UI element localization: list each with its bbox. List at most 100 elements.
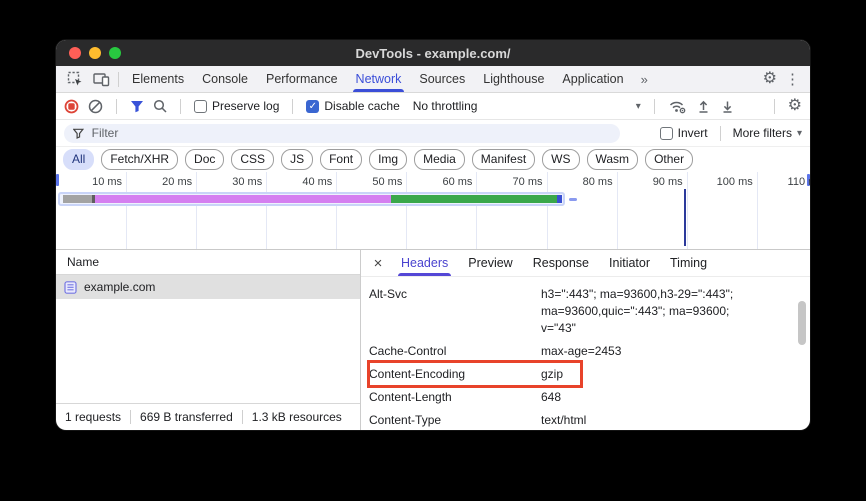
- timeline-left-handle[interactable]: [56, 174, 59, 186]
- zoom-window-button[interactable]: [109, 47, 121, 59]
- more-tabs-icon[interactable]: »: [633, 66, 656, 92]
- more-filters-button[interactable]: More filters ▾: [733, 126, 802, 140]
- tab-network[interactable]: Network: [347, 66, 411, 92]
- timeline-tick-label: 80 ms: [559, 176, 613, 188]
- details-panel: × Headers Preview Response Initiator Tim…: [361, 250, 810, 430]
- tab-lighthouse[interactable]: Lighthouse: [474, 66, 553, 92]
- header-row-cache-control: Cache-Control max-age=2453: [369, 340, 810, 363]
- filter-pill-fetch-xhr[interactable]: Fetch/XHR: [101, 149, 178, 169]
- timeline-gridline: [757, 172, 758, 249]
- invert-checkbox[interactable]: Invert: [660, 126, 708, 140]
- window-title: DevTools - example.com/: [355, 46, 510, 61]
- checkbox-unchecked[interactable]: [194, 100, 207, 113]
- import-har-icon[interactable]: [696, 99, 711, 114]
- chevron-down-icon: ▾: [636, 101, 641, 112]
- device-toolbar-icon[interactable]: [88, 66, 114, 92]
- timeline-tick-label: 90 ms: [629, 176, 683, 188]
- waterfall-segment-blocked: [63, 195, 92, 203]
- header-row-content-type: Content-Type text/html: [369, 409, 810, 430]
- tab-response[interactable]: Response: [523, 250, 599, 276]
- filter-pill-img[interactable]: Img: [369, 149, 407, 169]
- header-name: Alt-Svc: [369, 286, 541, 337]
- timeline-tick-label: 20 ms: [138, 176, 192, 188]
- tab-initiator[interactable]: Initiator: [599, 250, 660, 276]
- settings-gear-icon[interactable]: ⚙: [763, 71, 777, 87]
- search-icon[interactable]: [153, 99, 167, 113]
- disable-cache-checkbox[interactable]: ✓ Disable cache: [306, 99, 399, 113]
- filter-pill-all[interactable]: All: [63, 149, 94, 169]
- request-row-example-com[interactable]: example.com: [56, 275, 360, 299]
- tab-elements[interactable]: Elements: [123, 66, 193, 92]
- network-toolbar: Preserve log ✓ Disable cache No throttli…: [56, 93, 810, 120]
- divider: [242, 410, 243, 424]
- waterfall-segment-content-download: [391, 195, 557, 203]
- timeline-tick-label: 30 ms: [208, 176, 262, 188]
- requests-count: 1 requests: [65, 410, 121, 424]
- name-column-header[interactable]: Name: [56, 250, 360, 275]
- network-conditions-icon[interactable]: [668, 99, 687, 114]
- timeline-gridline: [336, 172, 337, 249]
- tab-headers[interactable]: Headers: [391, 250, 458, 276]
- checkbox-unchecked[interactable]: [660, 127, 673, 140]
- waterfall-segment-waiting: [95, 195, 391, 203]
- timeline-tick-label: 100 ms: [699, 176, 753, 188]
- filter-pill-doc[interactable]: Doc: [185, 149, 224, 169]
- scrollbar-thumb[interactable]: [798, 301, 806, 345]
- header-name: Content-Encoding: [369, 366, 541, 383]
- clear-network-log-icon[interactable]: [88, 99, 103, 114]
- tab-performance[interactable]: Performance: [257, 66, 347, 92]
- status-bar: 1 requests 669 B transferred 1.3 kB reso…: [56, 403, 360, 430]
- divider: [292, 99, 293, 114]
- filter-input-container[interactable]: [64, 124, 620, 143]
- filter-row: Invert More filters ▾: [56, 120, 810, 147]
- tab-application[interactable]: Application: [553, 66, 632, 92]
- filter-pill-media[interactable]: Media: [414, 149, 465, 169]
- devtools-window: DevTools - example.com/ Elements Console…: [56, 40, 810, 430]
- filter-funnel-icon: [73, 128, 84, 139]
- filter-pill-css[interactable]: CSS: [231, 149, 274, 169]
- timeline-canvas[interactable]: 10 ms20 ms30 ms40 ms50 ms60 ms70 ms80 ms…: [56, 172, 810, 250]
- throttling-value: No throttling: [413, 99, 478, 113]
- invert-label: Invert: [678, 126, 708, 140]
- minimize-window-button[interactable]: [89, 47, 101, 59]
- kebab-menu-icon[interactable]: ⋮: [781, 70, 804, 88]
- tab-sources[interactable]: Sources: [410, 66, 474, 92]
- filter-pill-js[interactable]: JS: [281, 149, 313, 169]
- inspect-element-icon[interactable]: [62, 66, 88, 92]
- divider: [720, 126, 721, 141]
- preserve-log-checkbox[interactable]: Preserve log: [194, 99, 279, 113]
- filter-icon[interactable]: [130, 100, 144, 113]
- event-marker-dom-content-loaded: [684, 189, 686, 246]
- request-rows: example.com: [56, 275, 360, 403]
- filter-pill-wasm[interactable]: Wasm: [587, 149, 639, 169]
- tab-timing[interactable]: Timing: [660, 250, 717, 276]
- header-name: Content-Type: [369, 412, 541, 429]
- checkbox-checked[interactable]: ✓: [306, 100, 319, 113]
- timeline-gridline: [126, 172, 127, 249]
- timeline-tick-label: 60 ms: [418, 176, 472, 188]
- filter-input[interactable]: [90, 125, 611, 141]
- transferred-size: 669 B transferred: [140, 410, 233, 424]
- filter-pill-other[interactable]: Other: [645, 149, 693, 169]
- divider: [118, 72, 119, 87]
- more-filters-label: More filters: [733, 126, 792, 140]
- filter-pill-font[interactable]: Font: [320, 149, 362, 169]
- export-har-icon[interactable]: [720, 99, 735, 114]
- filter-pill-manifest[interactable]: Manifest: [472, 149, 535, 169]
- tab-console[interactable]: Console: [193, 66, 257, 92]
- network-settings-gear-icon[interactable]: ⚙: [788, 98, 802, 114]
- header-name: Content-Length: [369, 389, 541, 406]
- network-content: Name example.com 1 requests 669 B transf…: [56, 250, 810, 430]
- filter-pill-ws[interactable]: WS: [542, 149, 579, 169]
- request-name: example.com: [84, 280, 155, 294]
- close-details-icon[interactable]: ×: [365, 250, 391, 276]
- disable-cache-label: Disable cache: [324, 99, 399, 113]
- details-tab-bar: × Headers Preview Response Initiator Tim…: [361, 250, 810, 277]
- timeline-tick-label: 70 ms: [489, 176, 543, 188]
- tab-preview[interactable]: Preview: [458, 250, 522, 276]
- divider: [654, 99, 655, 114]
- close-window-button[interactable]: [69, 47, 81, 59]
- throttling-select[interactable]: No throttling ▾: [413, 99, 641, 113]
- timeline-gridline: [406, 172, 407, 249]
- record-network-log-icon[interactable]: [64, 99, 79, 114]
